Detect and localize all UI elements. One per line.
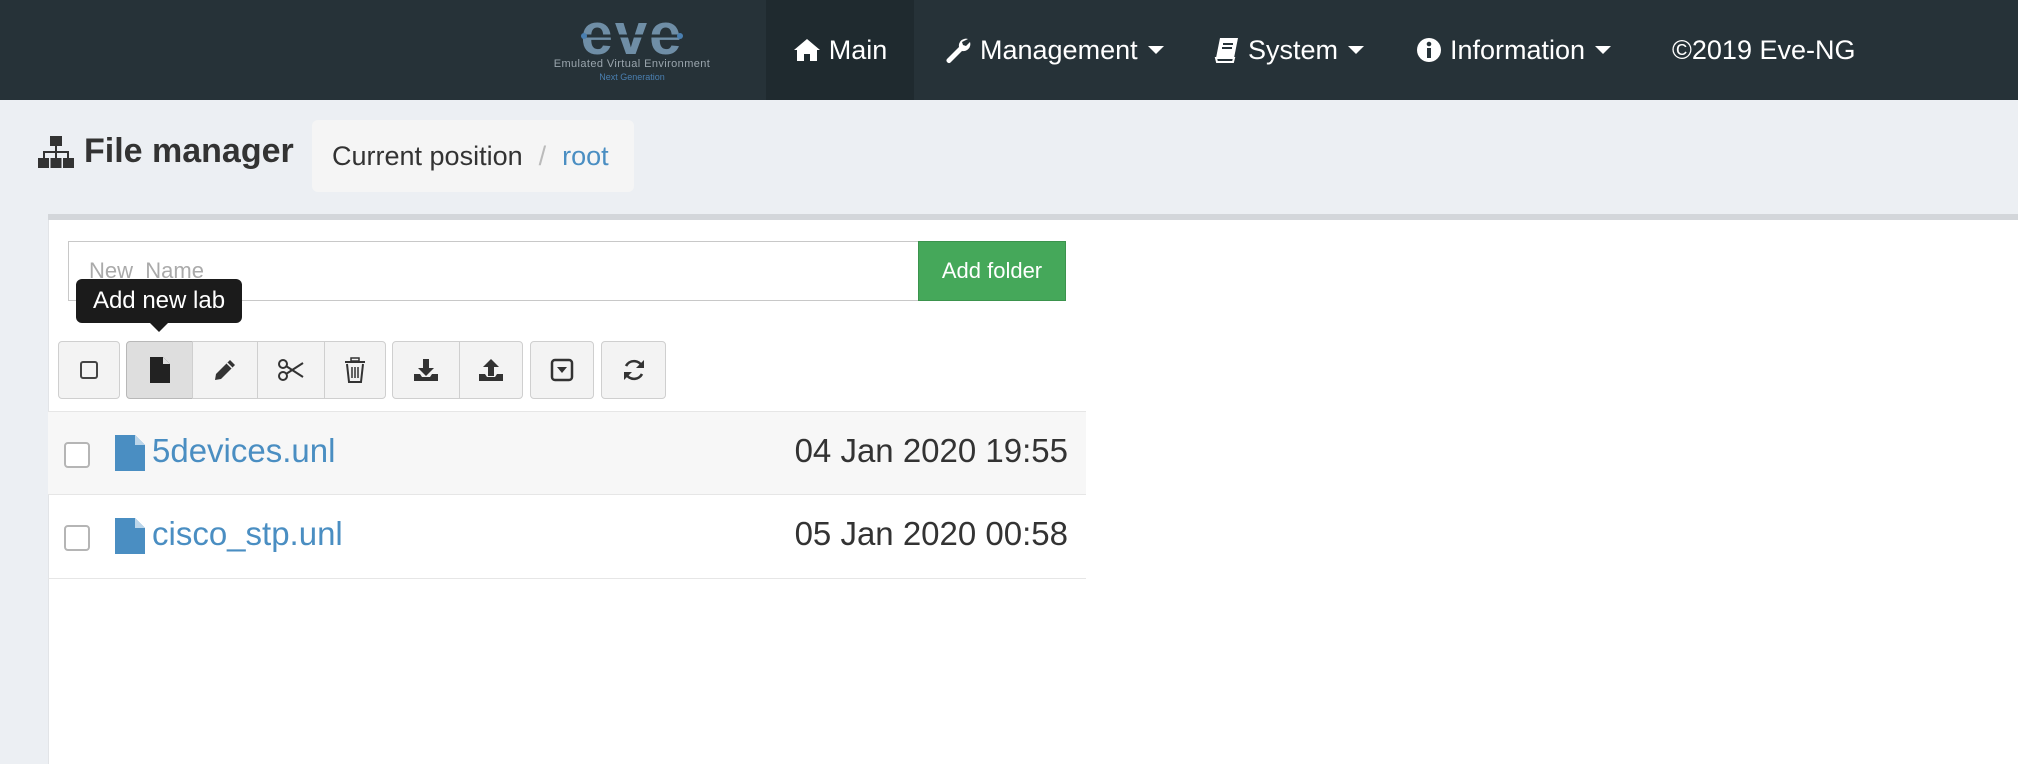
open-dropdown-button[interactable]: [530, 341, 594, 399]
file-row[interactable]: 5devices.unl 04 Jan 2020 19:55: [48, 411, 1086, 495]
file-row-checkbox[interactable]: [64, 442, 90, 468]
upload-icon: [479, 359, 503, 381]
logo-tagline: Next Generation: [599, 72, 665, 82]
refresh-button[interactable]: [601, 341, 666, 399]
refresh-icon: [623, 359, 644, 381]
download-icon: [414, 359, 438, 381]
wrench-icon: [946, 38, 971, 63]
nav-system-label: System: [1248, 34, 1339, 65]
chevron-down-icon: [1147, 46, 1164, 54]
sitemap-icon: [38, 135, 74, 168]
copyright-text: ©2019 Eve-NG: [1672, 0, 1855, 100]
add-folder-button[interactable]: Add folder: [918, 241, 1066, 301]
delete-button[interactable]: [324, 341, 386, 399]
move-button[interactable]: [257, 341, 325, 399]
select-all-button[interactable]: [58, 341, 120, 399]
file-row[interactable]: cisco_stp.unl 05 Jan 2020 00:58: [48, 495, 1086, 579]
top-navbar: eve Emulated Virtual Environment Next Ge…: [0, 0, 2018, 100]
file-date: 05 Jan 2020 00:58: [794, 515, 1068, 552]
checkbox-icon: [80, 361, 98, 379]
chevron-down-icon: [1595, 46, 1612, 54]
nav-main-label: Main: [828, 34, 888, 65]
left-gutter: [20, 214, 48, 764]
add-lab-tooltip: Add new lab: [76, 279, 242, 323]
file-row-checkbox[interactable]: [64, 525, 90, 551]
chevron-down-icon: [1348, 46, 1365, 54]
add-lab-button[interactable]: [126, 341, 193, 399]
breadcrumb: Current position / root: [312, 120, 634, 192]
file-icon: [149, 357, 170, 383]
breadcrumb-root-link[interactable]: root: [562, 141, 609, 172]
file-date: 04 Jan 2020 19:55: [794, 432, 1068, 469]
nav-management-label: Management: [980, 34, 1138, 65]
page-title: File manager: [38, 132, 294, 171]
pencil-icon: [215, 360, 235, 380]
caret-square-down-icon: [550, 358, 574, 382]
page-title-text: File manager: [84, 132, 294, 170]
breadcrumb-current-position: Current position: [332, 140, 523, 171]
logo-subtitle: Emulated Virtual Environment: [553, 58, 711, 70]
eve-logo[interactable]: eve Emulated Virtual Environment Next Ge…: [544, 12, 720, 88]
rename-button[interactable]: [192, 341, 258, 399]
import-button[interactable]: [392, 341, 460, 399]
nav-information-label: Information: [1450, 34, 1586, 65]
book-icon: [1214, 38, 1238, 63]
tooltip-arrow: [150, 323, 168, 332]
nav-information[interactable]: Information: [1416, 0, 1612, 100]
scissors-icon: [278, 359, 304, 381]
file-icon: [115, 435, 145, 471]
file-name-link[interactable]: 5devices.unl: [152, 432, 335, 470]
file-name-link[interactable]: cisco_stp.unl: [152, 515, 343, 553]
copyright-label: ©2019 Eve-NG: [1672, 34, 1856, 65]
info-icon: [1417, 38, 1441, 62]
home-icon: [793, 39, 820, 61]
nav-system[interactable]: System: [1214, 0, 1365, 100]
export-button[interactable]: [459, 341, 523, 399]
trash-icon: [345, 357, 365, 383]
eve-logo-mark: eve: [581, 12, 683, 58]
nav-management[interactable]: Management: [944, 0, 1164, 100]
file-icon: [115, 518, 145, 554]
nav-main[interactable]: Main: [766, 0, 914, 100]
breadcrumb-separator: /: [538, 140, 547, 171]
